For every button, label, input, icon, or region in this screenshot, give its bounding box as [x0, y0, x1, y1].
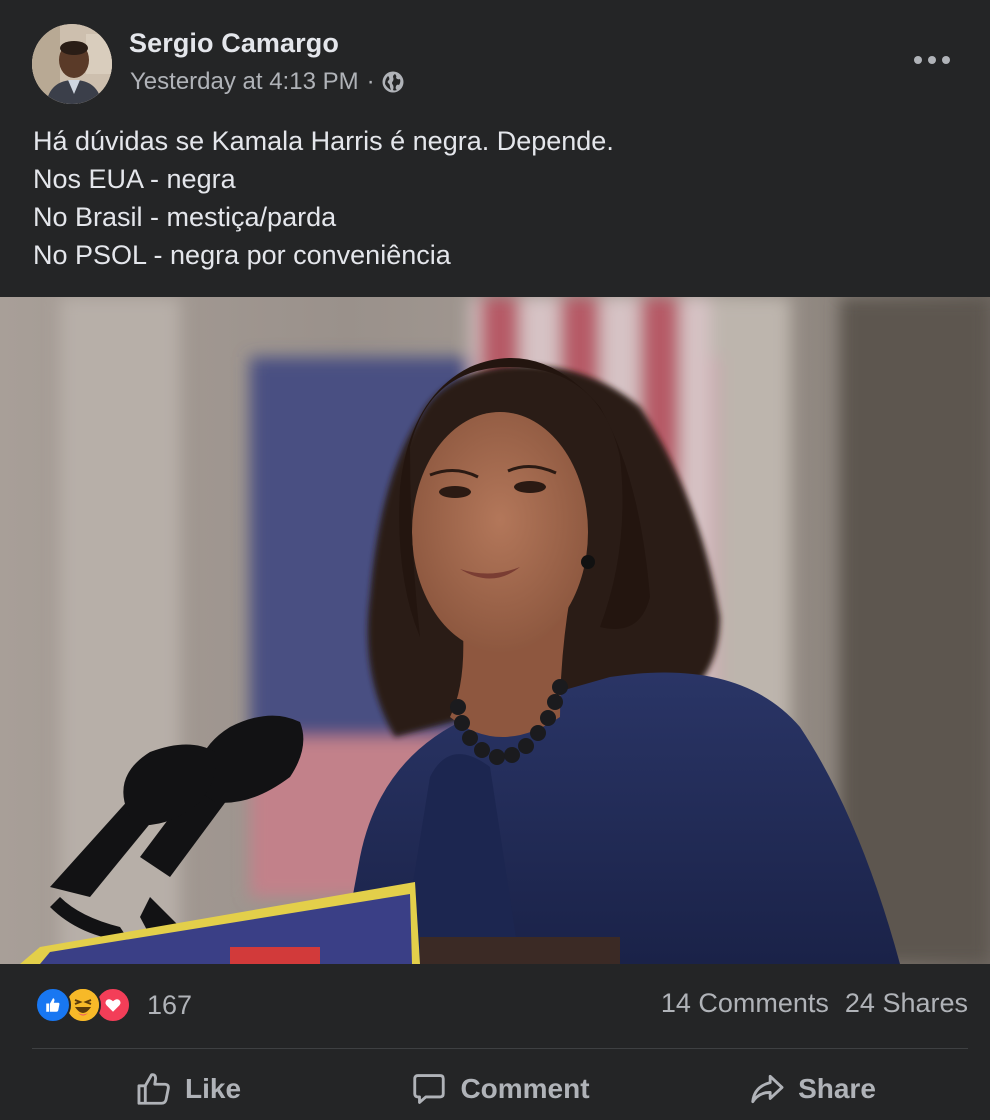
avatar[interactable]: [32, 24, 112, 104]
like-label: Like: [184, 1073, 242, 1104]
comment-label: Comment: [460, 1073, 590, 1104]
share-arrow-icon: [751, 1074, 784, 1104]
author-name[interactable]: Sergio Camargo: [129, 28, 339, 59]
comments-count-link[interactable]: 14 Comments: [661, 988, 829, 1019]
post-text-line: Há dúvidas se Kamala Harris é negra. Dep…: [33, 126, 614, 156]
facebook-post: Sergio Camargo Yesterday at 4:13 PM · Há…: [0, 0, 990, 1120]
post-text: Há dúvidas se Kamala Harris é negra. Dep…: [33, 122, 953, 274]
meta-separator: ·: [366, 68, 375, 95]
share-button[interactable]: Share: [656, 1060, 968, 1118]
post-timestamp[interactable]: Yesterday at 4:13 PM: [130, 68, 359, 96]
globe-icon[interactable]: [381, 70, 405, 94]
more-dot: [942, 56, 950, 64]
engagement-stats: 14 Comments 24 Shares: [661, 988, 968, 1019]
post-text-line: No Brasil - mestiça/parda: [33, 202, 337, 232]
photo-image: [0, 297, 990, 964]
share-label: Share: [798, 1073, 876, 1104]
comment-bubble-icon: [413, 1074, 446, 1104]
like-reaction-icon: [35, 987, 71, 1023]
avatar-image: [32, 24, 112, 104]
post-meta: Yesterday at 4:13 PM ·: [130, 68, 405, 96]
post-photo[interactable]: [0, 297, 990, 964]
like-button[interactable]: Like: [32, 1060, 344, 1118]
more-options-icon[interactable]: [914, 48, 950, 72]
reaction-count: 167: [147, 989, 193, 1020]
post-text-line: No PSOL - negra por conveniência: [33, 240, 451, 270]
more-dot: [928, 56, 936, 64]
shares-count-link[interactable]: 24 Shares: [845, 988, 968, 1019]
comment-button[interactable]: Comment: [344, 1060, 656, 1118]
post-text-line: Nos EUA - negra: [33, 164, 236, 194]
more-dot: [914, 56, 922, 64]
thumbs-up-icon: [137, 1073, 170, 1105]
divider: [32, 1048, 968, 1049]
reactions-summary[interactable]: 167: [35, 986, 192, 1024]
post-actions: Like Comment Share: [32, 1060, 968, 1118]
